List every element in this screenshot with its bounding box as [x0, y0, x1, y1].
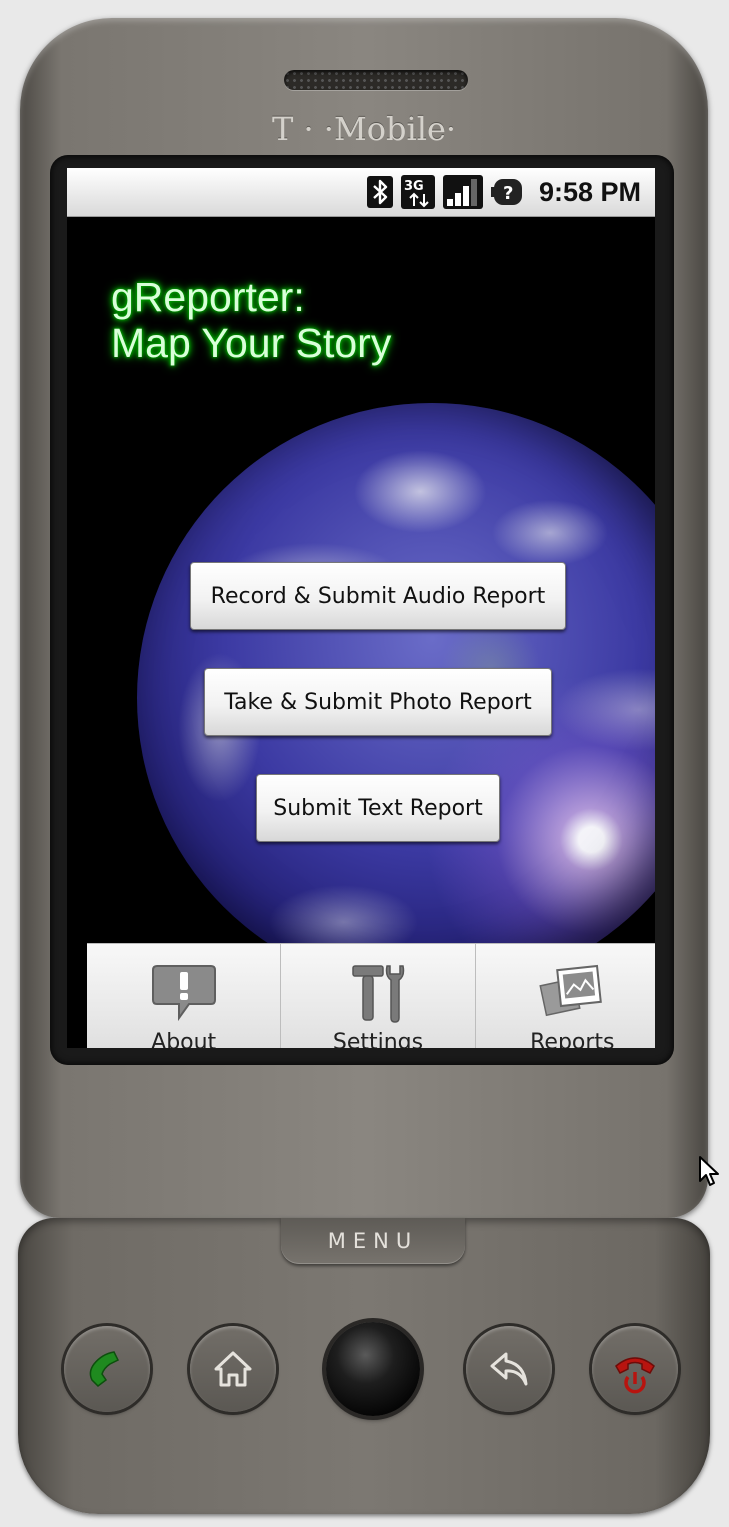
menu-item-about[interactable]: About [87, 944, 282, 1048]
phone-lower-body: MENU [18, 1218, 710, 1514]
home-button[interactable] [190, 1326, 276, 1412]
mouse-cursor-icon [699, 1156, 719, 1186]
call-button[interactable] [64, 1326, 150, 1412]
3g-data-icon: 3G [400, 175, 435, 209]
submit-text-report-button[interactable]: Submit Text Report [256, 774, 500, 842]
trackball[interactable] [326, 1322, 420, 1416]
app-title: gReporter: Map Your Story [111, 274, 391, 366]
end-call-button[interactable] [592, 1326, 678, 1412]
menu-item-settings-label: Settings [332, 1030, 424, 1048]
end-call-icon [615, 1357, 655, 1394]
battery-unknown-icon: ? [490, 179, 522, 205]
back-button[interactable] [466, 1326, 552, 1412]
about-speech-bubble-icon [151, 965, 216, 1022]
device-screen: 3G ? 9:58 PM gReporter: Map Your Story R… [67, 168, 655, 1048]
take-photo-report-button[interactable]: Take & Submit Photo Report [204, 668, 552, 736]
carrier-logo: T · ·Mobile· [271, 110, 457, 148]
app-title-line1: gReporter: [111, 274, 305, 320]
menu-hardware-key[interactable]: MENU [281, 1218, 465, 1264]
call-icon [89, 1351, 120, 1387]
menu-item-reports[interactable]: Reports [476, 944, 655, 1048]
bluetooth-icon [366, 176, 393, 208]
reports-gallery-icon [539, 964, 603, 1017]
status-bar: 3G ? 9:58 PM [67, 168, 655, 217]
signal-strength-icon [442, 175, 483, 209]
svg-text:3G: 3G [404, 179, 424, 194]
menu-item-settings[interactable]: Settings [281, 944, 476, 1048]
options-menu: About Settings Reports [87, 943, 655, 1048]
settings-tools-icon [352, 965, 405, 1023]
menu-item-reports-label: Reports [530, 1030, 615, 1048]
svg-text:?: ? [503, 183, 513, 204]
menu-item-about-label: About [151, 1030, 217, 1048]
earpiece-speaker [284, 70, 468, 90]
record-audio-report-button[interactable]: Record & Submit Audio Report [190, 562, 566, 630]
app-title-line2: Map Your Story [111, 320, 392, 366]
home-icon [214, 1351, 252, 1387]
status-time: 9:58 PM [538, 176, 641, 207]
back-icon [490, 1352, 528, 1386]
